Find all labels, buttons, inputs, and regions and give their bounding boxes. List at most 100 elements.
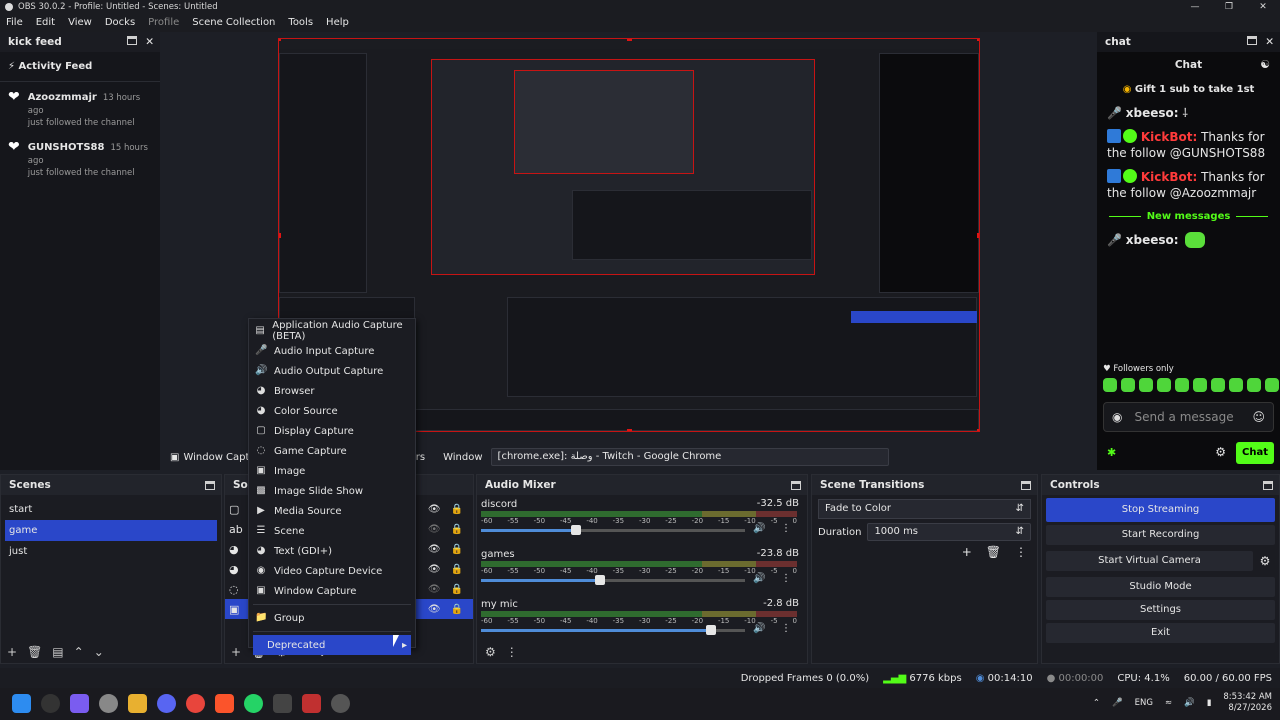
chat-user[interactable]: KickBot: xyxy=(1141,130,1197,144)
resize-handle[interactable] xyxy=(977,39,979,41)
window-select[interactable]: [chrome.exe]: وصلة - Twitch - Google Chr… xyxy=(490,448,889,466)
app-icon[interactable] xyxy=(302,694,321,713)
studio-mode-button[interactable]: Studio Mode xyxy=(1046,577,1275,597)
menu-scene-collection[interactable]: Scene Collection xyxy=(192,14,275,32)
scene-item-start[interactable]: start xyxy=(1,499,221,520)
obs-icon[interactable] xyxy=(331,694,350,713)
emote-icon[interactable] xyxy=(1265,378,1279,392)
lock-icon[interactable]: 🔒 xyxy=(451,504,463,515)
menu-item-game-capture[interactable]: ◌ Game Capture xyxy=(249,441,415,461)
emote-icon[interactable] xyxy=(1103,378,1117,392)
menu-item-video-capture-device[interactable]: ◉ Video Capture Device xyxy=(249,561,415,581)
close-icon[interactable]: ✕ xyxy=(1265,36,1274,48)
language-indicator[interactable]: ENG xyxy=(1135,698,1153,708)
clock[interactable]: 8:53:42 AM 8/27/2026 xyxy=(1223,692,1272,714)
menu-item-audio-input-capture[interactable]: 🎤 Audio Input Capture xyxy=(249,341,415,361)
lock-icon[interactable]: 🔒 xyxy=(451,544,463,555)
menu-item-text-gdi[interactable]: ◕ Text (GDI+) xyxy=(249,541,415,561)
fader-knob[interactable] xyxy=(594,575,605,585)
chat-user[interactable]: KickBot: xyxy=(1141,170,1197,184)
send-chat-button[interactable]: Chat xyxy=(1236,442,1274,464)
menu-view[interactable]: View xyxy=(68,14,92,32)
volume-fader[interactable] xyxy=(481,625,745,635)
menu-tools[interactable]: Tools xyxy=(288,14,313,32)
exit-button[interactable]: Exit xyxy=(1046,623,1275,643)
users-icon[interactable]: ☯ xyxy=(1260,58,1270,71)
speaker-icon[interactable]: 🔊 xyxy=(753,573,765,584)
eye-hidden-icon[interactable]: 👁 xyxy=(428,584,441,595)
filter-icon[interactable]: ▤ xyxy=(52,645,63,659)
resize-handle[interactable] xyxy=(279,233,281,238)
lock-icon[interactable]: 🔒 xyxy=(451,604,463,615)
emote-icon[interactable] xyxy=(1139,378,1153,392)
menu-item-scene[interactable]: ☰ Scene xyxy=(249,521,415,541)
copilot-icon[interactable] xyxy=(70,694,89,713)
settings-button[interactable]: Settings xyxy=(1046,600,1275,620)
chat-user[interactable]: xbeeso: xyxy=(1126,233,1179,247)
file-explorer-icon[interactable] xyxy=(128,694,147,713)
menu-item-media-source[interactable]: ▶ Media Source xyxy=(249,501,415,521)
microphone-icon[interactable]: 🎤 xyxy=(1112,698,1123,708)
menu-item-app-audio-capture[interactable]: ▤ Application Audio Capture (BETA) xyxy=(249,320,415,342)
speaker-icon[interactable]: 🔊 xyxy=(753,523,765,534)
minimize-icon[interactable]: — xyxy=(1178,0,1212,14)
menu-item-audio-output-capture[interactable]: 🔊 Audio Output Capture xyxy=(249,361,415,381)
eye-icon[interactable]: 👁 xyxy=(428,564,441,575)
float-icon[interactable] xyxy=(791,480,801,490)
volume-fader[interactable] xyxy=(481,525,745,535)
emote-icon[interactable] xyxy=(1211,378,1225,392)
stop-streaming-button[interactable]: Stop Streaming xyxy=(1046,498,1275,522)
eye-hidden-icon[interactable]: 👁 xyxy=(428,524,441,535)
scene-item-game[interactable]: game xyxy=(5,520,217,541)
close-icon[interactable]: ✕ xyxy=(145,36,154,48)
chevron-up-icon[interactable]: ⌃ xyxy=(1093,698,1100,708)
fader-knob[interactable] xyxy=(571,525,582,535)
wifi-icon[interactable]: ≈ xyxy=(1165,698,1172,708)
start-recording-button[interactable]: Start Recording xyxy=(1046,525,1275,545)
add-icon[interactable]: + xyxy=(231,645,241,659)
trash-icon[interactable]: 🗑 xyxy=(986,545,1001,559)
float-icon[interactable] xyxy=(127,36,138,45)
add-icon[interactable]: + xyxy=(962,545,972,559)
menu-item-color-source[interactable]: ◕ Color Source xyxy=(249,401,415,421)
resize-handle[interactable] xyxy=(977,233,979,238)
menu-edit[interactable]: Edit xyxy=(36,14,55,32)
resize-handle[interactable] xyxy=(627,39,632,41)
emote-icon[interactable] xyxy=(1193,378,1207,392)
more-options-icon[interactable]: ⋮ xyxy=(1015,545,1027,559)
maximize-icon[interactable]: ❐ xyxy=(1212,0,1246,14)
resize-handle[interactable] xyxy=(279,39,281,41)
chat-input[interactable]: ◉ Send a message ☺ xyxy=(1103,402,1274,432)
more-options-icon[interactable]: ⋮ xyxy=(781,573,791,584)
emote-icon[interactable] xyxy=(1175,378,1189,392)
menu-item-group[interactable]: 📁 Group xyxy=(249,608,415,628)
lock-icon[interactable]: 🔒 xyxy=(451,564,463,575)
menu-item-image[interactable]: ▣ Image xyxy=(249,461,415,481)
emoji-icon[interactable]: ☺ xyxy=(1252,410,1265,424)
menu-item-deprecated[interactable]: Deprecated ▸ xyxy=(253,635,411,655)
chat-user[interactable]: xbeeso: xyxy=(1126,106,1179,120)
transition-select[interactable]: Fade to Color ⇵ xyxy=(818,499,1031,519)
lock-icon[interactable]: 🔒 xyxy=(451,584,463,595)
volume-icon[interactable]: 🔊 xyxy=(1184,698,1195,708)
add-icon[interactable]: + xyxy=(7,645,17,659)
emote-icon[interactable] xyxy=(1229,378,1243,392)
lock-icon[interactable]: 🔒 xyxy=(451,524,463,535)
menu-docks[interactable]: Docks xyxy=(105,14,135,32)
down-arrow-icon[interactable]: ⌄ xyxy=(94,645,104,659)
close-icon[interactable]: ✕ xyxy=(1246,0,1280,14)
menu-item-image-slide-show[interactable]: ▩ Image Slide Show xyxy=(249,481,415,501)
scene-item-just[interactable]: just xyxy=(1,541,221,562)
menu-profile[interactable]: Profile xyxy=(148,14,179,32)
whatsapp-icon[interactable] xyxy=(244,694,263,713)
resize-handle[interactable] xyxy=(977,429,979,431)
emote-icon[interactable] xyxy=(1157,378,1171,392)
fader-knob[interactable] xyxy=(705,625,716,635)
menu-item-display-capture[interactable]: ▢ Display Capture xyxy=(249,421,415,441)
settings-icon[interactable] xyxy=(99,694,118,713)
trash-icon[interactable]: 🗑 xyxy=(27,645,42,659)
speaker-icon[interactable]: 🔊 xyxy=(753,623,765,634)
resize-handle[interactable] xyxy=(627,429,632,431)
float-icon[interactable] xyxy=(205,480,215,490)
eye-icon[interactable]: 👁 xyxy=(428,504,441,515)
